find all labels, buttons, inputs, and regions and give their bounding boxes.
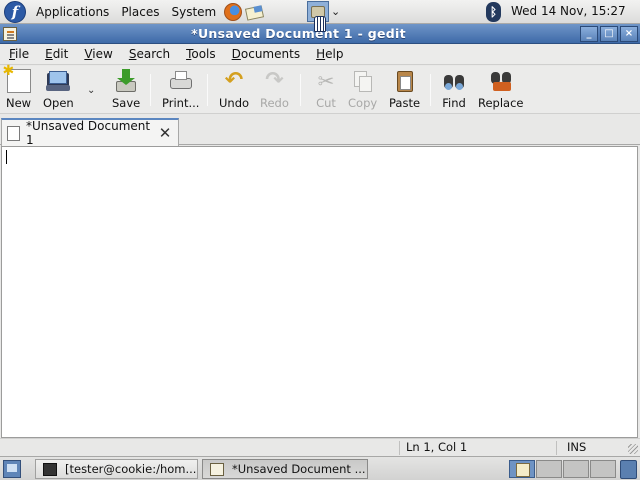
copy-label: Copy (348, 96, 378, 110)
firefox-icon[interactable] (224, 2, 243, 21)
toolbar: New Open ⌄ Save Print... ↶ Undo ↷ Redo ✂… (0, 63, 640, 114)
toolbar-separator (150, 74, 151, 106)
cut-label: Cut (316, 96, 336, 110)
scissors-icon: ✂ (317, 69, 335, 93)
document-icon (7, 125, 20, 141)
find-button[interactable]: Find (442, 69, 466, 113)
document-tabs: *Unsaved Document 1 ✕ (0, 116, 640, 147)
copy-button[interactable]: Copy (348, 69, 377, 113)
workspace-2[interactable] (536, 460, 562, 478)
clipboard-icon (393, 69, 417, 93)
cursor-position: Ln 1, Col 1 (406, 440, 468, 454)
mouse-cursor-icon (314, 16, 326, 32)
save-button[interactable]: Save (112, 69, 140, 113)
menu-edit[interactable]: Edit (37, 47, 76, 61)
toolbar-separator (300, 74, 301, 106)
redo-button[interactable]: ↷ Redo (260, 69, 289, 113)
resize-grip[interactable] (628, 444, 638, 454)
open-button[interactable]: Open (43, 69, 74, 113)
menu-bar: File Edit View Search Tools Documents He… (0, 44, 640, 65)
status-separator (556, 441, 557, 455)
save-icon (114, 69, 138, 93)
menu-documents[interactable]: Documents (224, 47, 308, 61)
paste-button[interactable]: Paste (389, 69, 420, 113)
tab-label: *Unsaved Document 1 (26, 119, 151, 147)
new-label: New (6, 96, 32, 110)
window-title: *Unsaved Document 1 - gedit (191, 26, 406, 41)
bluetooth-icon[interactable]: ᛒ (486, 2, 501, 22)
print-label: Print... (162, 96, 200, 110)
maximize-button[interactable]: □ (600, 25, 618, 42)
menu-help[interactable]: Help (308, 47, 351, 61)
show-desktop-icon[interactable] (3, 460, 21, 478)
trash-icon[interactable] (620, 460, 637, 479)
close-tab-icon[interactable]: ✕ (157, 124, 173, 142)
chevron-down-icon[interactable]: ⌄ (331, 5, 340, 18)
binoculars-icon (442, 69, 466, 93)
menu-file[interactable]: File (0, 47, 37, 61)
places-menu[interactable]: Places (119, 3, 161, 21)
task-label: [tester@cookie:/hom... (65, 462, 197, 476)
open-recent-dropdown[interactable]: ⌄ (87, 85, 95, 96)
task-label: *Unsaved Document ... (232, 462, 366, 476)
fedora-logo-icon[interactable]: f (4, 0, 26, 23)
status-bar: Ln 1, Col 1 INS (0, 438, 640, 456)
print-button[interactable]: Print... (162, 69, 199, 113)
open-label: Open (43, 96, 74, 110)
toolbar-separator (207, 74, 208, 106)
new-button[interactable]: New (3, 63, 32, 113)
clock[interactable]: Wed 14 Nov, 15:27 (511, 4, 626, 18)
mail-icon[interactable] (245, 4, 266, 21)
menu-tools[interactable]: Tools (178, 47, 224, 61)
menu-search[interactable]: Search (121, 47, 178, 61)
close-button[interactable]: × (620, 25, 638, 42)
tab-unsaved-document-1[interactable]: *Unsaved Document 1 ✕ (1, 118, 179, 147)
printer-icon (169, 69, 193, 93)
open-icon (46, 69, 71, 93)
insert-mode: INS (567, 440, 587, 454)
cut-button[interactable]: ✂ Cut (314, 69, 338, 113)
system-menu[interactable]: System (169, 3, 218, 21)
undo-icon: ↶ (224, 68, 244, 93)
copy-icon (351, 69, 375, 93)
redo-label: Redo (260, 96, 289, 110)
bottom-panel: [tester@cookie:/hom... *Unsaved Document… (0, 456, 640, 480)
workspace-3[interactable] (563, 460, 589, 478)
applications-menu[interactable]: Applications (34, 3, 111, 21)
gedit-app-icon[interactable] (3, 26, 17, 41)
undo-label: Undo (219, 96, 250, 110)
terminal-icon (43, 462, 57, 476)
taskbar-item-terminal[interactable]: [tester@cookie:/hom... (35, 459, 198, 479)
save-label: Save (112, 96, 141, 110)
replace-button[interactable]: Replace (478, 69, 524, 113)
taskbar-item-gedit[interactable]: *Unsaved Document ... (202, 459, 368, 479)
find-label: Find (442, 96, 466, 110)
new-document-icon (3, 63, 31, 93)
minimize-button[interactable]: _ (580, 25, 598, 42)
text-caret (6, 150, 7, 164)
workspace-4[interactable] (590, 460, 616, 478)
workspace-1[interactable] (509, 460, 535, 478)
redo-icon: ↷ (265, 68, 284, 93)
text-editor-area[interactable] (1, 146, 638, 438)
gedit-icon (210, 462, 224, 476)
replace-label: Replace (478, 96, 524, 110)
toolbar-separator (430, 74, 431, 106)
menu-view[interactable]: View (76, 47, 120, 61)
undo-button[interactable]: ↶ Undo (219, 69, 249, 113)
paste-label: Paste (389, 96, 421, 110)
replace-icon (489, 69, 513, 93)
status-separator (399, 441, 400, 455)
